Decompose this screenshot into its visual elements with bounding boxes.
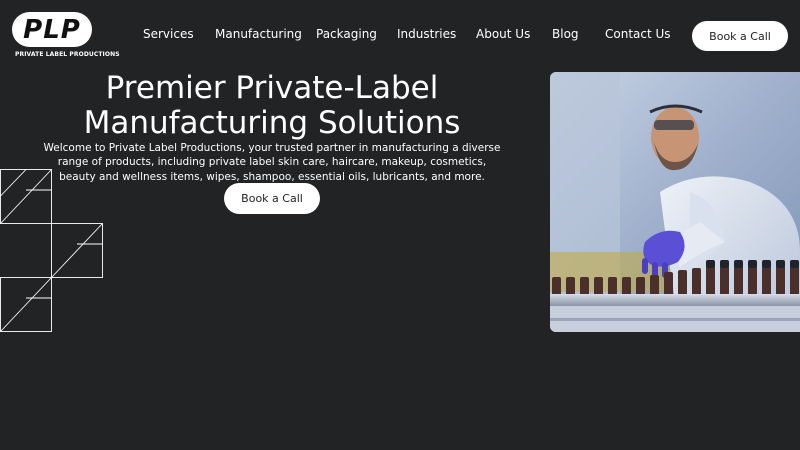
nav-services[interactable]: Services	[143, 27, 194, 41]
nav-about-us[interactable]: About Us	[476, 27, 530, 41]
decorative-line-pattern	[0, 169, 103, 332]
nav-packaging[interactable]: Packaging	[316, 27, 377, 41]
lab-scientist-image	[550, 72, 800, 332]
hero-book-call-button[interactable]: Book a Call	[224, 183, 320, 214]
main-nav: Services Manufacturing Packaging Industr…	[0, 27, 690, 45]
logo-subtitle: PRIVATE LABEL PRODUCTIONS	[15, 51, 120, 58]
nav-industries[interactable]: Industries	[397, 27, 456, 41]
nav-manufacturing[interactable]: Manufacturing	[215, 27, 302, 41]
hero-lab-photo	[550, 72, 800, 332]
hero-title: Premier Private-Label Manufacturing Solu…	[83, 70, 461, 141]
nav-blog[interactable]: Blog	[552, 27, 579, 41]
nav-contact-us[interactable]: Contact Us	[605, 27, 671, 41]
header-book-call-button[interactable]: Book a Call	[692, 21, 788, 51]
hero-description: Welcome to Private Label Productions, yo…	[43, 142, 501, 183]
